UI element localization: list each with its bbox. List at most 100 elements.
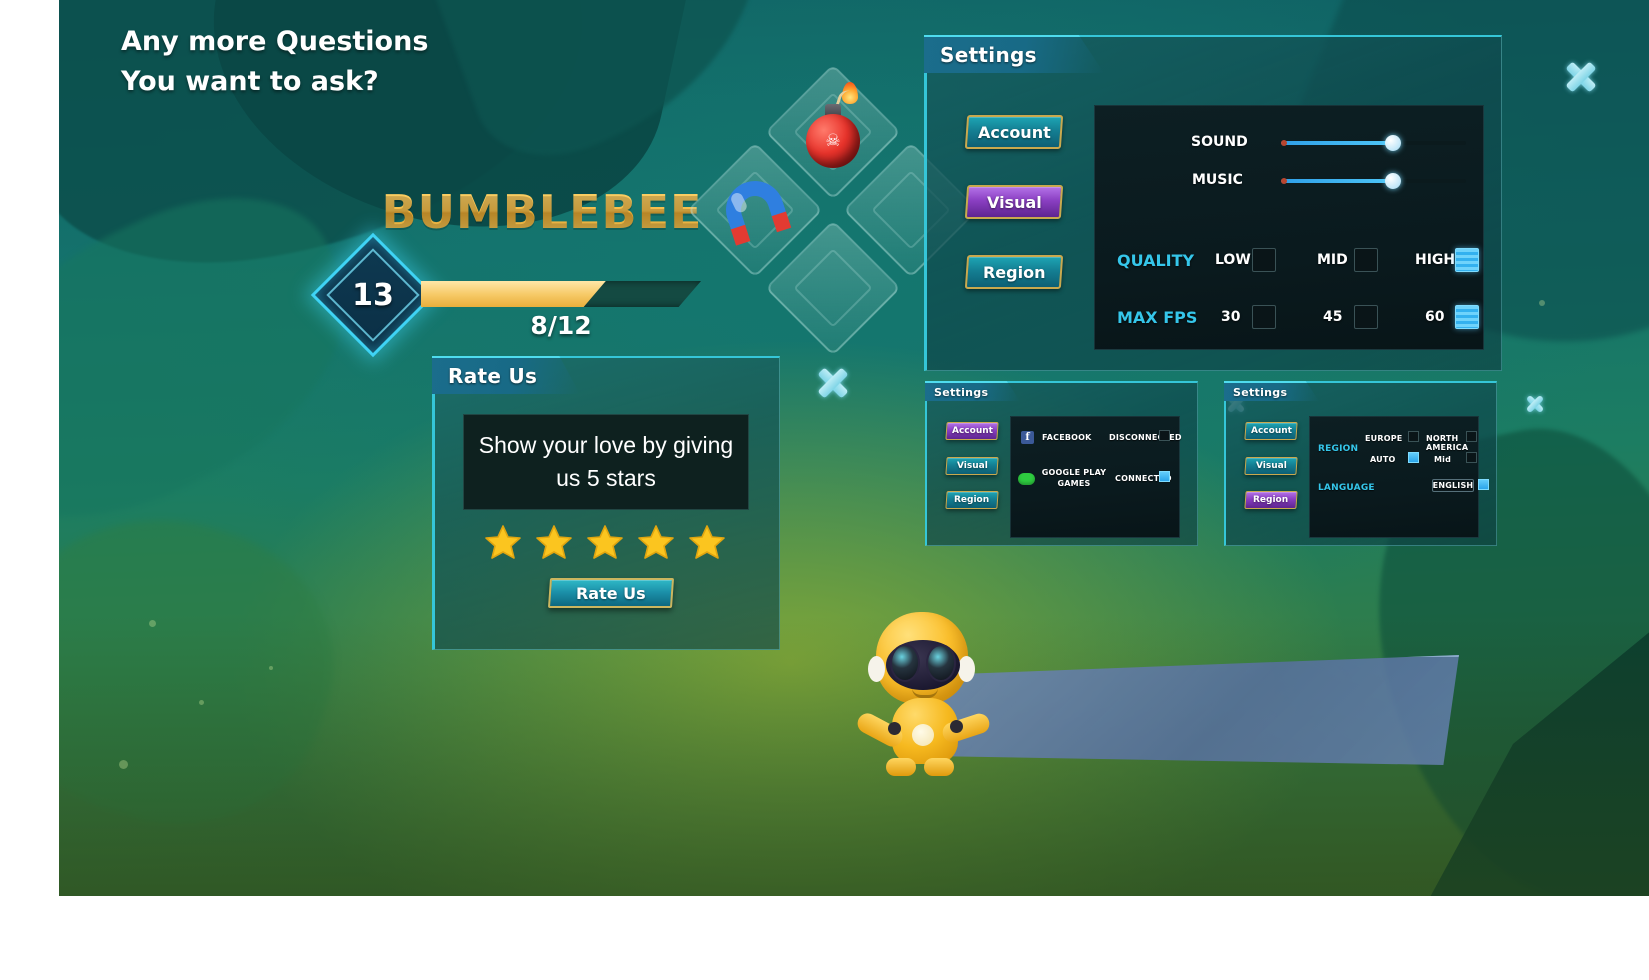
region-option-mid-checkbox[interactable]	[1466, 452, 1477, 463]
nav-button-account[interactable]: Account	[945, 422, 999, 440]
quality-label: QUALITY	[1117, 251, 1195, 270]
nav-button-region[interactable]: Region	[964, 255, 1064, 289]
close-icon[interactable]	[1564, 60, 1598, 94]
panel-tab: Rate Us	[432, 356, 580, 394]
skull-icon: ☠	[825, 131, 841, 150]
robot-chest-light	[912, 724, 934, 746]
maxfps-option-60-label: 60	[1425, 309, 1445, 325]
music-slider-knob[interactable]	[1384, 173, 1401, 189]
nav-label: Visual	[1255, 461, 1287, 471]
quality-option-mid-checkbox[interactable]	[1354, 248, 1378, 272]
robot-ear-left	[868, 656, 885, 682]
google-play-games-label: GOOGLE PLAY GAMES	[1041, 468, 1107, 488]
google-play-games-toggle[interactable]	[1159, 471, 1170, 482]
star-icon[interactable]	[536, 524, 572, 560]
nav-button-visual[interactable]: Visual	[1244, 457, 1298, 475]
facebook-label: FACEBOOK	[1042, 433, 1092, 442]
language-label: LANGUAGE	[1318, 483, 1375, 493]
nav-label: Visual	[956, 461, 988, 471]
nav-label: Account	[977, 122, 1051, 142]
nav-button-visual[interactable]: Visual	[964, 185, 1064, 219]
panel-tab: Settings	[925, 381, 1020, 401]
quality-option-high-checkbox[interactable]	[1455, 248, 1479, 272]
nav-label: Account	[1250, 426, 1292, 436]
level-number: 13	[352, 277, 394, 313]
nav-label: Account	[951, 426, 993, 436]
robot-joint-left	[888, 722, 901, 735]
nav-button-visual[interactable]: Visual	[945, 457, 999, 475]
sparkle	[199, 700, 204, 705]
star-icon[interactable]	[587, 524, 623, 560]
panel-title: Settings	[934, 385, 989, 399]
sparkle	[119, 760, 128, 769]
nav-button-region[interactable]: Region	[945, 491, 999, 509]
rate-us-panel: Rate Us Show your love by giving us 5 st…	[432, 356, 849, 650]
region-option-north-america-checkbox[interactable]	[1466, 431, 1477, 442]
language-value-pill[interactable]: ENGLISH	[1432, 479, 1474, 492]
sparkle	[149, 620, 156, 627]
speech-bubble	[939, 655, 1459, 765]
rate-us-button[interactable]: Rate Us	[547, 578, 675, 608]
star-icon[interactable]	[689, 524, 725, 560]
magnet-pole-left	[730, 224, 751, 246]
music-slider[interactable]	[1281, 173, 1466, 189]
character-header: BUMBLEBEE 13 8/12	[310, 185, 729, 358]
magnet-pole-right	[771, 211, 792, 233]
nav-button-region[interactable]: Region	[1244, 491, 1298, 509]
quality-option-low-checkbox[interactable]	[1252, 248, 1276, 272]
magnet-icon[interactable]	[707, 162, 803, 258]
panel-title: Settings	[1233, 385, 1288, 399]
region-option-auto-checkbox[interactable]	[1408, 452, 1419, 463]
character-name: BUMBLEBEE	[329, 185, 729, 239]
sound-slider-knob[interactable]	[1384, 135, 1401, 151]
robot-leg-left	[886, 758, 916, 776]
robot-ear-right	[958, 656, 975, 682]
star-rating[interactable]	[485, 524, 725, 560]
maxfps-option-60-checkbox[interactable]	[1455, 305, 1479, 329]
region-label: REGION	[1318, 444, 1359, 454]
maxfps-option-45-checkbox[interactable]	[1354, 305, 1378, 329]
magnet-icon-shape	[715, 172, 796, 248]
robot-avatar[interactable]	[854, 612, 992, 782]
music-label: MUSIC	[1192, 172, 1243, 188]
maxfps-label: MAX FPS	[1117, 308, 1198, 327]
robot-eye-left	[890, 644, 920, 682]
quality-option-low-label: LOW	[1215, 252, 1251, 268]
close-icon[interactable]	[1525, 394, 1545, 414]
nav-label: Region	[954, 495, 990, 505]
star-icon[interactable]	[485, 524, 521, 560]
language-checkbox[interactable]	[1478, 479, 1489, 490]
star-icon[interactable]	[638, 524, 674, 560]
nav-button-account[interactable]: Account	[1244, 422, 1298, 440]
panel-tab: Settings	[1224, 381, 1319, 401]
maxfps-option-30-label: 30	[1221, 309, 1241, 325]
settings-panel-visual: Settings Account Visual Region SOUND MUS…	[924, 35, 1597, 371]
facebook-toggle[interactable]	[1159, 430, 1170, 441]
quality-option-mid-label: MID	[1317, 252, 1348, 268]
xp-text: 8/12	[530, 311, 592, 340]
speech-line-2: You want to ask?	[121, 66, 379, 97]
region-option-europe-checkbox[interactable]	[1408, 431, 1419, 442]
level-progress: 13 8/12	[310, 232, 729, 358]
robot-eye-right	[926, 644, 956, 682]
panel-tab: Settings	[924, 35, 1104, 73]
maxfps-option-45-label: 45	[1323, 309, 1343, 325]
rate-us-message: Show your love by giving us 5 stars	[463, 414, 749, 510]
close-icon[interactable]	[816, 366, 850, 400]
music-slider-fill	[1281, 178, 1396, 184]
quality-option-high-label: HIGH	[1415, 252, 1456, 268]
maxfps-option-30-checkbox[interactable]	[1252, 305, 1276, 329]
nav-button-account[interactable]: Account	[964, 115, 1064, 149]
facebook-status: DISCONNECTED	[1109, 433, 1182, 442]
sound-slider[interactable]	[1281, 135, 1466, 151]
leaf-decoration	[59, 476, 368, 864]
language-value: ENGLISH	[1432, 481, 1474, 490]
account-content-area: f FACEBOOK DISCONNECTED GOOGLE PLAY GAME…	[1010, 416, 1182, 538]
region-option-europe-label: EUROPE	[1365, 434, 1403, 443]
sparkle	[269, 666, 273, 670]
region-option-auto-label: AUTO	[1370, 455, 1396, 464]
xp-bar-fill	[421, 281, 606, 307]
speech-bubble-text: Any more Questions You want to ask?	[121, 22, 521, 102]
settings-content-area: SOUND MUSIC QUALITY LOW MID HIGH MAX FPS…	[1094, 105, 1484, 350]
rate-us-button-label: Rate Us	[576, 583, 646, 603]
